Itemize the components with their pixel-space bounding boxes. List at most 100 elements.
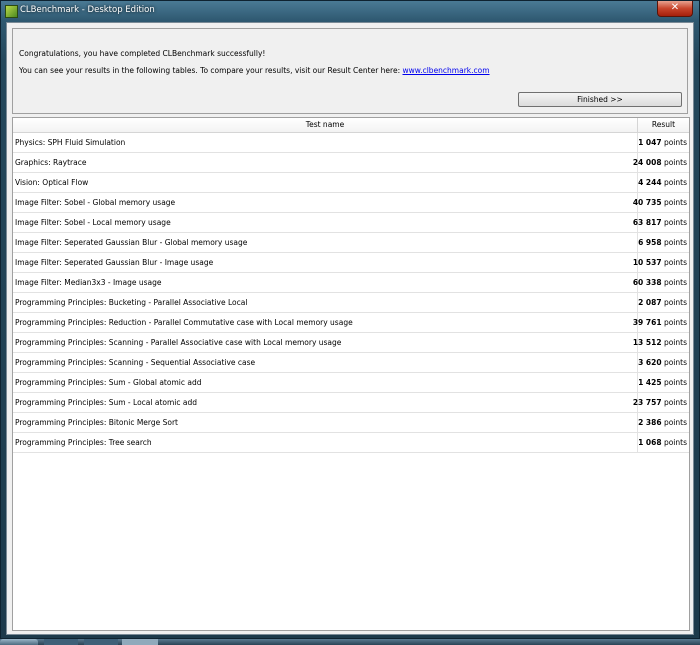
test-name-cell: Programming Principles: Bucketing - Para… [15, 298, 248, 307]
result-unit: points [663, 418, 687, 427]
result-value: 2 087 [638, 298, 662, 307]
results-message-text: You can see your results in the followin… [19, 66, 403, 75]
table-row[interactable]: Programming Principles: Bitonic Merge So… [13, 413, 689, 433]
result-unit: points [663, 258, 687, 267]
app-icon [5, 5, 18, 18]
result-unit: points [663, 238, 687, 247]
result-cell: 1 068 points [638, 433, 687, 452]
result-cell: 10 537 points [633, 253, 687, 272]
table-body: Physics: SPH Fluid Simulation 1 047 point… [13, 133, 689, 453]
app-window: CLBenchmark - Desktop Edition ✕ Congratu… [0, 0, 700, 639]
result-value: 3 620 [638, 358, 662, 367]
table-row[interactable]: Programming Principles: Sum - Global ato… [13, 373, 689, 393]
result-value: 1 425 [638, 378, 662, 387]
result-unit: points [663, 358, 687, 367]
test-name-cell: Programming Principles: Reduction - Para… [15, 318, 353, 327]
table-row[interactable]: Physics: SPH Fluid Simulation 1 047 point… [13, 133, 689, 153]
table-row[interactable]: Programming Principles: Reduction - Para… [13, 313, 689, 333]
table-row[interactable]: Image Filter: Seperated Gaussian Blur - … [13, 233, 689, 253]
table-row[interactable]: Programming Principles: Sum - Local atom… [13, 393, 689, 413]
test-name-cell: Image Filter: Median3x3 - Image usage [15, 278, 162, 287]
result-cell: 3 620 points [638, 353, 687, 372]
result-unit: points [663, 158, 687, 167]
test-name-cell: Graphics: Raytrace [15, 158, 87, 167]
result-cell: 2 087 points [638, 293, 687, 312]
test-name-cell: Programming Principles: Tree search [15, 438, 152, 447]
result-value: 39 761 [632, 318, 662, 327]
title-bar[interactable]: CLBenchmark - Desktop Edition ✕ [1, 1, 699, 21]
table-row[interactable]: Image Filter: Seperated Gaussian Blur - … [13, 253, 689, 273]
test-name-cell: Image Filter: Seperated Gaussian Blur - … [15, 258, 214, 267]
taskbar-item-active[interactable] [122, 639, 158, 645]
result-unit: points [663, 378, 687, 387]
test-name-cell: Image Filter: Seperated Gaussian Blur - … [15, 238, 248, 247]
result-cell: 1 047 points [638, 133, 687, 152]
result-unit: points [663, 438, 687, 447]
result-cell: 63 817 points [633, 213, 687, 232]
result-cell: 40 735 points [633, 193, 687, 212]
result-value: 6 958 [638, 238, 662, 247]
client-area: Congratulations, you have completed CLBe… [6, 22, 694, 635]
results-table: Test name Result Physics: SPH Fluid Simu… [12, 117, 690, 631]
taskbar-item[interactable] [84, 639, 118, 645]
taskbar [0, 639, 700, 645]
result-cell: 6 958 points [638, 233, 687, 252]
taskbar-item[interactable] [44, 639, 78, 645]
table-row[interactable]: Programming Principles: Scanning - Paral… [13, 333, 689, 353]
table-row[interactable]: Programming Principles: Tree search 1 068… [13, 433, 689, 453]
result-value: 2 386 [638, 418, 662, 427]
result-value: 24 008 [632, 158, 662, 167]
table-row[interactable]: Vision: Optical Flow 4 244 points [13, 173, 689, 193]
result-unit: points [663, 198, 687, 207]
table-row[interactable]: Image Filter: Median3x3 - Image usage 60 … [13, 273, 689, 293]
table-row[interactable]: Programming Principles: Bucketing - Para… [13, 293, 689, 313]
result-value: 1 068 [638, 438, 662, 447]
result-cell: 2 386 points [638, 413, 687, 432]
result-unit: points [663, 318, 687, 327]
result-center-link[interactable]: www.clbenchmark.com [403, 66, 490, 75]
result-cell: 24 008 points [633, 153, 687, 172]
result-value: 40 735 [632, 198, 662, 207]
table-row[interactable]: Image Filter: Sobel - Global memory usag… [13, 193, 689, 213]
table-row[interactable]: Graphics: Raytrace 24 008 points [13, 153, 689, 173]
test-name-cell: Image Filter: Sobel - Global memory usag… [15, 198, 176, 207]
test-name-cell: Programming Principles: Scanning - Paral… [15, 338, 342, 347]
test-name-cell: Image Filter: Sobel - Local memory usage [15, 218, 171, 227]
test-name-cell: Programming Principles: Bitonic Merge So… [15, 418, 179, 427]
result-unit: points [663, 138, 687, 147]
result-value: 10 537 [632, 258, 662, 267]
table-row[interactable]: Programming Principles: Scanning - Seque… [13, 353, 689, 373]
table-header: Test name Result [13, 118, 689, 133]
result-unit: points [663, 278, 687, 287]
results-message: You can see your results in the followin… [19, 66, 490, 75]
finished-button[interactable]: Finished >> [518, 92, 682, 107]
result-unit: points [663, 218, 687, 227]
result-unit: points [663, 298, 687, 307]
result-cell: 23 757 points [633, 393, 687, 412]
result-cell: 4 244 points [638, 173, 687, 192]
result-cell: 13 512 points [633, 333, 687, 352]
result-value: 63 817 [632, 218, 662, 227]
column-header-result[interactable]: Result [638, 118, 689, 132]
result-cell: 39 761 points [633, 313, 687, 332]
table-row[interactable]: Image Filter: Sobel - Local memory usage… [13, 213, 689, 233]
result-unit: points [663, 398, 687, 407]
start-button[interactable] [0, 639, 38, 645]
close-button[interactable]: ✕ [657, 1, 693, 17]
info-panel: Congratulations, you have completed CLBe… [12, 28, 688, 114]
test-name-cell: Programming Principles: Sum - Local atom… [15, 398, 197, 407]
result-value: 23 757 [632, 398, 662, 407]
result-value: 60 338 [632, 278, 662, 287]
test-name-cell: Programming Principles: Sum - Global ato… [15, 378, 202, 387]
result-value: 1 047 [638, 138, 662, 147]
column-header-test-name[interactable]: Test name [13, 118, 638, 132]
test-name-cell: Physics: SPH Fluid Simulation [15, 138, 126, 147]
result-unit: points [663, 178, 687, 187]
test-name-cell: Vision: Optical Flow [15, 178, 89, 187]
window-title: CLBenchmark - Desktop Edition [20, 5, 155, 15]
congrats-message: Congratulations, you have completed CLBe… [19, 49, 266, 58]
result-value: 4 244 [638, 178, 662, 187]
result-value: 13 512 [632, 338, 662, 347]
result-unit: points [663, 338, 687, 347]
result-cell: 1 425 points [638, 373, 687, 392]
